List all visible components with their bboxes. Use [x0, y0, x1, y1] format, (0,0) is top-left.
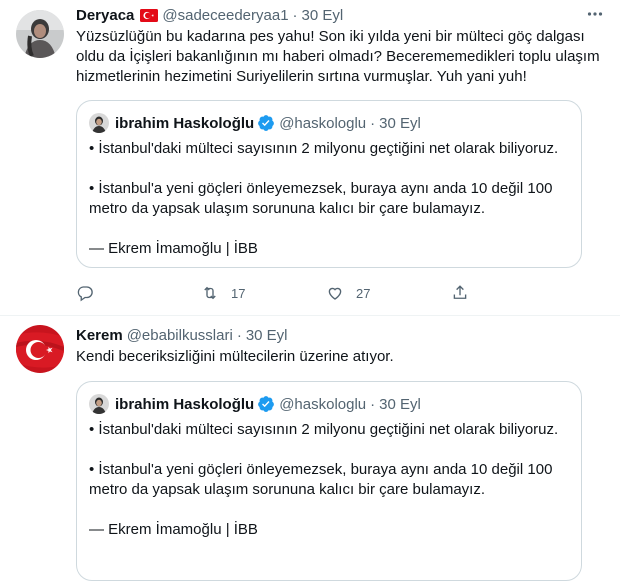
- tweet-kerem[interactable]: Kerem @ebabilkusslari · 30 Eyl Kendi bec…: [0, 317, 620, 581]
- reply-button[interactable]: [76, 284, 201, 302]
- tweet-date[interactable]: 30 Eyl: [302, 7, 344, 24]
- quoted-author-handle: @haskologlu: [279, 114, 367, 132]
- heart-icon: [328, 287, 342, 300]
- quoted-author-name: ibrahim Haskoloğlu: [115, 395, 255, 413]
- share-button[interactable]: [451, 284, 576, 302]
- separator-dot: ·: [370, 395, 376, 413]
- author-handle[interactable]: @ebabilkusslari: [127, 327, 233, 344]
- retweet-icon: [204, 286, 216, 300]
- quoted-tweet-text: • İstanbul'daki mülteci sayısının 2 mily…: [89, 139, 569, 259]
- retweet-button[interactable]: 17: [201, 284, 326, 302]
- quoted-paragraph: • İstanbul'a yeni göçleri önleyemezsek, …: [89, 461, 553, 498]
- tweet-text: Yüzsüzlüğün bu kadarına pes yahu! Son ik…: [76, 28, 600, 85]
- separator-dot: ·: [370, 114, 376, 132]
- tweet-actions: 17 27: [76, 283, 620, 303]
- verified-badge-icon: [254, 114, 275, 132]
- avatar[interactable]: [16, 325, 64, 373]
- quoted-paragraph: — Ekrem İmamoğlu | İBB: [89, 240, 258, 257]
- more-options-icon[interactable]: [586, 5, 604, 23]
- reply-icon: [77, 286, 93, 302]
- quoted-author-name: ibrahim Haskoloğlu: [115, 114, 255, 132]
- author-name[interactable]: Deryaca: [76, 7, 134, 24]
- quoted-tweet-date: 30 Eyl: [379, 114, 421, 132]
- tweet-header: Deryaca @sadeceederyaa1 · 30 Eyl: [76, 5, 604, 25]
- tweet-date[interactable]: 30 Eyl: [246, 327, 288, 344]
- quoted-paragraph: • İstanbul'a yeni göçleri önleyemezsek, …: [89, 180, 553, 217]
- like-button[interactable]: 27: [326, 284, 451, 302]
- quoted-tweet-text: • İstanbul'daki mülteci sayısının 2 mily…: [89, 420, 569, 540]
- quoted-tweet[interactable]: ibrahim Haskoloğlu @haskologlu · 30 Eyl …: [76, 381, 582, 581]
- quoted-avatar: [89, 394, 109, 414]
- retweet-count: 17: [231, 285, 246, 301]
- quoted-tweet[interactable]: ibrahim Haskoloğlu @haskologlu · 30 Eyl …: [76, 100, 582, 268]
- tweet-text: Kendi beceriksizliğini mültecilerin üzer…: [76, 348, 394, 365]
- like-count: 27: [356, 285, 371, 301]
- verified-badge-icon: [254, 395, 275, 413]
- quoted-avatar: [89, 113, 109, 133]
- separator-dot: ·: [236, 326, 242, 344]
- separator-dot: ·: [292, 6, 298, 24]
- quoted-paragraph: — Ekrem İmamoğlu | İBB: [89, 521, 258, 538]
- quoted-tweet-header: ibrahim Haskoloğlu @haskologlu · 30 Eyl: [89, 394, 421, 414]
- author-handle[interactable]: @sadeceederyaa1: [162, 7, 288, 24]
- quoted-tweet-date: 30 Eyl: [379, 395, 421, 413]
- tweet-header: Kerem @ebabilkusslari · 30 Eyl: [76, 325, 604, 345]
- quoted-paragraph: • İstanbul'daki mülteci sayısının 2 mily…: [89, 421, 559, 438]
- turkey-flag-icon: [140, 8, 159, 22]
- tweet-deryaca[interactable]: Deryaca @sadeceederyaa1 · 30 Eyl Yüzsüzl…: [0, 0, 620, 316]
- quoted-paragraph: • İstanbul'daki mülteci sayısının 2 mily…: [89, 140, 559, 157]
- author-name[interactable]: Kerem: [76, 327, 123, 344]
- avatar[interactable]: [16, 10, 64, 58]
- quoted-author-handle: @haskologlu: [279, 395, 367, 413]
- quoted-tweet-header: ibrahim Haskoloğlu @haskologlu · 30 Eyl: [89, 113, 421, 133]
- share-icon: [453, 285, 467, 299]
